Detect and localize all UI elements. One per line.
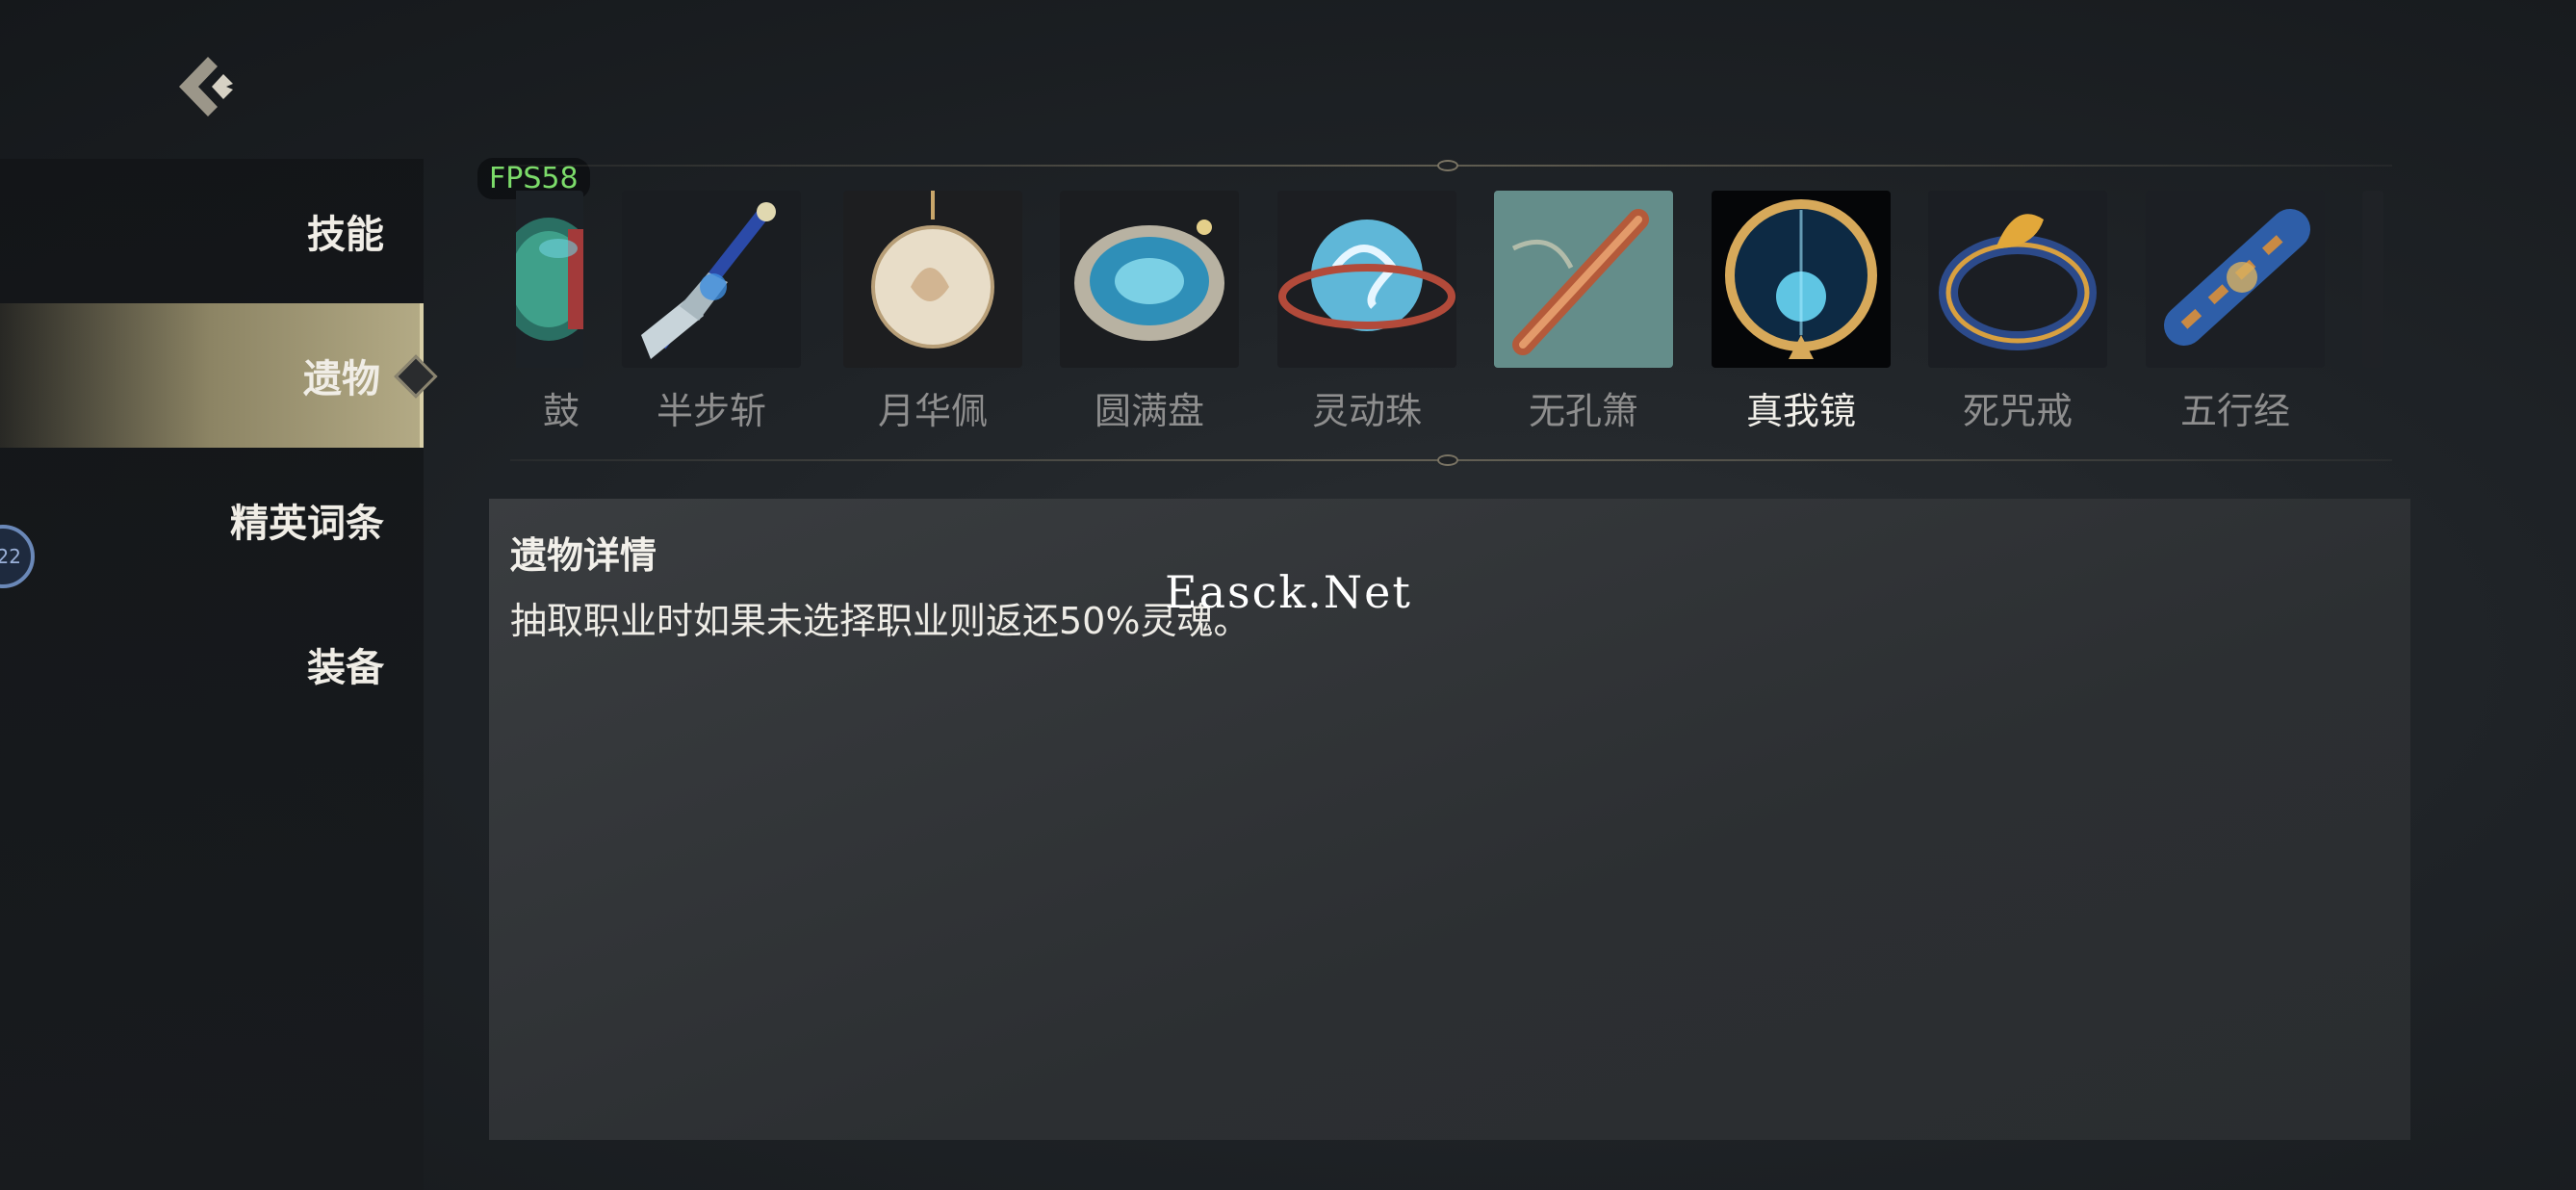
sidebar: 技能 遗物 精英词条 装备 22: [0, 159, 438, 1190]
sidebar-item-label: 精英词条: [230, 502, 384, 546]
relic-name: 月华佩: [877, 390, 988, 431]
sidebar-item-elite-affixes[interactable]: 精英词条: [0, 448, 424, 592]
relic-name: 无孔箫: [1528, 390, 1638, 431]
relic-name: 五行经: [2179, 390, 2290, 431]
sidebar-item-skills[interactable]: 技能: [0, 159, 424, 303]
relic-item[interactable]: 半步斩: [622, 191, 801, 431]
relic-name: 灵动珠: [1311, 390, 1422, 431]
relic-item-partial[interactable]: [2362, 191, 2383, 431]
relic-list[interactable]: 鼓 半步斩 月华佩 圆满盘 灵动珠 无孔箫 真我镜 死咒戒 五行经: [516, 191, 2383, 431]
spirit-orb-icon: [1277, 191, 1456, 368]
sidebar-item-relics[interactable]: 遗物: [0, 303, 438, 448]
relic-item[interactable]: 无孔箫: [1494, 191, 1673, 431]
scroll-icon: [2146, 191, 2325, 368]
detail-description: 抽取职业时如果未选择职业则返还50%灵魂。: [510, 600, 1250, 642]
watermark: Easck.Net: [1165, 566, 1412, 618]
round-disc-icon: [1060, 191, 1239, 368]
back-chevron-icon: [179, 57, 233, 116]
back-button[interactable]: [164, 43, 250, 130]
divider-ornament-icon: [1437, 160, 1458, 171]
relic-item[interactable]: 月华佩: [843, 191, 1022, 431]
relic-icon: [2362, 191, 2383, 368]
active-indicator-icon: [394, 354, 438, 399]
relic-name: 死咒戒: [1962, 390, 2073, 431]
detail-title: 遗物详情: [510, 534, 657, 577]
sidebar-item-label: 技能: [307, 213, 384, 257]
moon-pendant-icon: [843, 191, 1022, 368]
relic-item[interactable]: 鼓: [516, 191, 583, 431]
sidebar-item-label: 遗物: [303, 357, 380, 401]
mirror-icon: [1712, 191, 1891, 368]
relic-item[interactable]: 五行经: [2146, 191, 2325, 431]
drum-icon: [516, 191, 583, 368]
relic-detail-panel: 遗物详情 抽取职业时如果未选择职业则返还50%灵魂。: [489, 499, 2410, 1140]
relic-item[interactable]: 死咒戒: [1928, 191, 2107, 431]
relic-name: 圆满盘: [1094, 390, 1204, 431]
flute-icon: [1494, 191, 1673, 368]
sidebar-item-equipment[interactable]: 装备: [0, 592, 424, 737]
relic-item[interactable]: 圆满盘: [1060, 191, 1239, 431]
blade-icon: [622, 191, 801, 368]
relic-name: 真我镜: [1745, 390, 1856, 431]
relic-name: 鼓: [542, 390, 580, 431]
sidebar-item-label: 装备: [307, 646, 384, 690]
relic-name: 半步斩: [656, 390, 766, 431]
relic-item[interactable]: 灵动珠: [1277, 191, 1456, 431]
relic-item-selected[interactable]: 真我镜: [1712, 191, 1891, 431]
cursed-ring-icon: [1928, 191, 2107, 368]
divider-ornament-icon: [1437, 454, 1458, 466]
